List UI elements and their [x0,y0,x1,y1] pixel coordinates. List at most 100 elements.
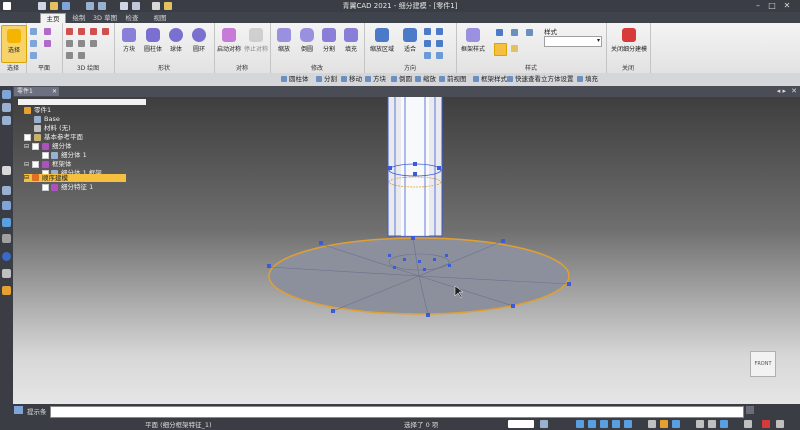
extend-icon[interactable] [78,52,85,59]
subdivision-1-checkbox[interactable] [42,152,49,159]
3d-viewport[interactable]: FRONT [13,86,800,404]
color-icon[interactable] [2,252,11,261]
previous-view-icon[interactable] [424,52,431,59]
box-button[interactable]: 方块 [117,25,141,61]
expand-icon[interactable]: ⊟ [24,160,29,169]
display-status-icon[interactable] [672,420,680,428]
doc-tab-close-icon[interactable]: ✕ [52,87,57,96]
maximize-button[interactable]: □ [766,1,778,11]
curve-icon[interactable] [102,28,109,35]
trim-icon[interactable] [66,52,73,59]
relations-icon[interactable] [2,201,11,210]
sphere-button[interactable]: 球体 [164,25,188,61]
tab-inspect[interactable]: 检查 [122,13,142,23]
plane-angle-icon[interactable] [30,52,37,59]
strip-frame-style[interactable]: 框架样式 [472,74,507,85]
strip-front-view[interactable]: 前视图 [438,74,467,85]
plane-icon[interactable] [30,28,37,35]
library-icon[interactable] [2,116,11,125]
tree-item-ordered[interactable]: ⊟ 顺序建模 [24,174,126,182]
plane-normal-icon[interactable] [44,28,51,35]
fit-button[interactable]: 适合 [398,25,422,61]
rotate-icon[interactable] [436,28,443,35]
frame-style-button[interactable]: 框架样式 [458,25,488,61]
view-status-icon[interactable] [648,420,656,428]
zoom-area-status-icon[interactable] [576,420,584,428]
grid-status-icon[interactable] [696,420,704,428]
round-button[interactable]: 倒圆 [295,25,319,61]
close-button[interactable]: ✕ [781,1,793,11]
fill-button[interactable]: 填充 [339,25,363,61]
properties-icon[interactable] [2,186,11,195]
polyline-icon[interactable] [78,40,85,47]
plane-offset-icon[interactable] [30,40,37,47]
strip-quick-view-cube[interactable]: 快速查看立方体设置 [506,74,574,85]
view-cube[interactable]: FRONT [750,351,776,377]
select-button[interactable]: 选择 [1,25,27,63]
pathfinder-icon[interactable] [2,90,11,99]
plane-three-point-icon[interactable] [44,40,51,47]
cube-style-icon-3[interactable] [526,29,533,36]
shaded-style-icon[interactable] [494,43,507,56]
scale-button[interactable]: 缩放 [272,25,296,61]
snap-status-icon[interactable] [708,420,716,428]
circle-icon[interactable] [90,28,97,35]
minimize-button[interactable]: – [752,1,764,11]
spline-icon[interactable] [90,40,97,47]
frame-body-checkbox[interactable] [32,161,39,168]
doc-close-icon[interactable]: ✕ [791,87,797,95]
strip-scale[interactable]: 缩放 [414,74,436,85]
stop-symmetry-button[interactable]: 停止对称 [244,25,268,61]
expand-icon[interactable]: ⊟ [24,174,29,182]
status-search-box[interactable] [508,420,534,428]
strip-move[interactable]: 移动 [340,74,362,85]
doc-nav-icon[interactable]: ◂ ▸ [777,87,786,95]
tab-view[interactable]: 视图 [150,13,170,23]
pan-status-icon[interactable] [612,420,620,428]
wire-style-icon[interactable] [511,45,518,52]
pan-icon[interactable] [424,40,431,47]
status-arrow-icon[interactable] [540,420,548,428]
view-icon[interactable] [436,40,443,47]
rotate-status-icon[interactable] [624,420,632,428]
split-button[interactable]: 分割 [317,25,341,61]
strip-box[interactable]: 方块 [364,74,386,85]
settings-status-icon[interactable] [776,420,784,428]
ref-planes-checkbox[interactable] [24,134,31,141]
start-symmetry-button[interactable]: 启动对称 [217,25,241,61]
strip-split[interactable]: 分割 [315,74,337,85]
zoom-area-button[interactable]: 缩放区域 [368,25,396,61]
palette-icon[interactable] [2,269,11,278]
line-icon[interactable] [66,28,73,35]
doc-tab[interactable]: 零件1 ✕ [14,87,59,96]
cube-style-icon-1[interactable] [496,29,503,36]
zoom-status-icon[interactable] [588,420,596,428]
render-status-icon[interactable] [744,420,752,428]
tab-3d-sketch[interactable]: 3D 草图 [88,13,122,23]
orient-status-icon[interactable] [720,420,728,428]
grid-icon[interactable] [2,234,11,243]
strip-round[interactable]: 倒圆 [390,74,412,85]
subdivision-body-checkbox[interactable] [32,143,39,150]
style-dropdown[interactable]: ▾ [544,36,602,47]
fit-status-icon[interactable] [600,420,608,428]
style-status-icon[interactable] [660,420,668,428]
close-subdivision-button[interactable]: 关闭细分建模 [610,25,648,61]
stop-status-icon[interactable] [762,420,770,428]
help-icon[interactable] [2,166,11,175]
tools-icon[interactable] [2,286,11,295]
torus-button[interactable]: 圆环 [187,25,211,61]
prompt-expand-icon[interactable] [746,406,754,414]
arc-icon[interactable] [78,28,85,35]
subdivision-feature-checkbox[interactable] [42,184,49,191]
cube-style-icon-2[interactable] [511,29,518,36]
expand-icon[interactable]: ⊟ [24,142,29,151]
layers-icon[interactable] [2,103,11,112]
tab-draw[interactable]: 绘制 [70,13,88,23]
measure-icon[interactable] [2,218,11,227]
point-icon[interactable] [66,40,73,47]
strip-cylinder[interactable]: 圆柱体 [280,74,309,85]
zoom-icon[interactable] [424,28,431,35]
cylinder-button[interactable]: 圆柱体 [141,25,165,61]
prompt-input[interactable] [50,406,744,418]
